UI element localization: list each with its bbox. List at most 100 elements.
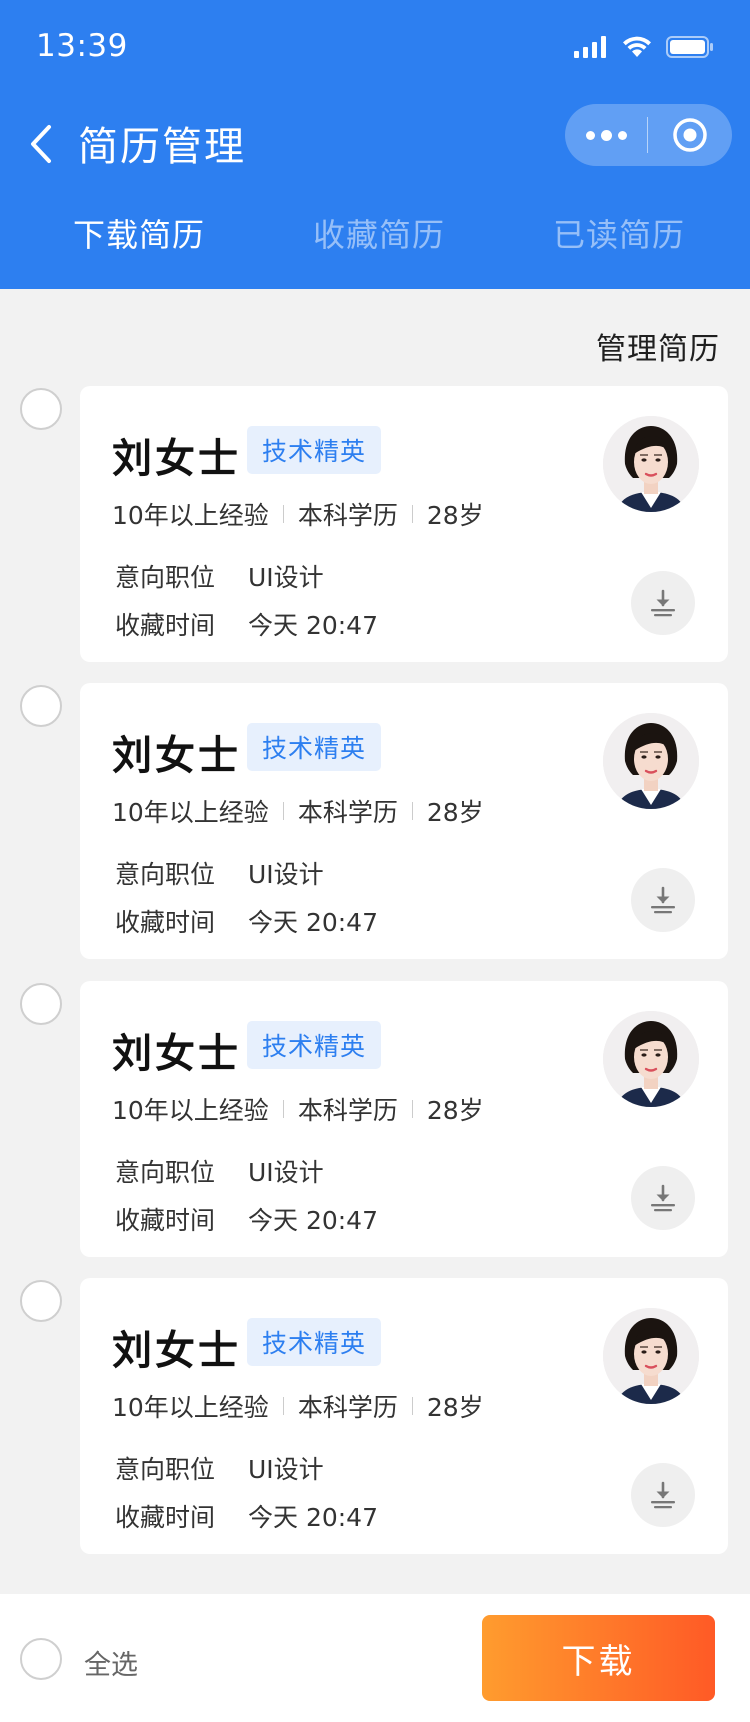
candidate-name: 刘女士 — [112, 436, 241, 482]
header: 13:39 简历管理 下载简历 收藏简历 已读简历 — [0, 0, 750, 289]
battery-icon — [666, 36, 713, 58]
avatar — [603, 713, 699, 809]
meta-divider — [282, 802, 284, 820]
time-label: 收藏时间 — [115, 611, 216, 640]
resume-card[interactable]: 刘女士 技术精英 10年以上经验 本科学历 28岁 意向职位 UI设计 收藏时间… — [80, 683, 728, 959]
meta-divider — [411, 802, 413, 820]
download-resume-button[interactable] — [631, 1166, 695, 1230]
download-icon — [651, 886, 675, 914]
capsule-close-icon — [673, 118, 707, 152]
tab-read[interactable]: 已读简历 — [553, 210, 685, 256]
experience-text: 10年以上经验 — [112, 501, 269, 530]
candidate-tag: 技术精英 — [247, 426, 381, 474]
position-label: 意向职位 — [115, 1455, 216, 1484]
experience-text: 10年以上经验 — [112, 1096, 269, 1125]
education-text: 本科学历 — [297, 1393, 398, 1422]
meta-divider — [411, 505, 413, 523]
resume-card[interactable]: 刘女士 技术精英 10年以上经验 本科学历 28岁 意向职位 UI设计 收藏时间… — [80, 1278, 728, 1554]
more-button[interactable] — [565, 104, 647, 166]
back-button[interactable] — [16, 114, 66, 174]
more-dots-icon — [585, 130, 595, 140]
select-all-checkbox[interactable] — [20, 1638, 62, 1680]
download-icon — [651, 589, 675, 617]
download-button[interactable]: 下载 — [482, 1615, 715, 1701]
more-dots-icon — [600, 129, 612, 141]
avatar-photo — [603, 416, 699, 512]
download-resume-button[interactable] — [631, 571, 695, 635]
position-label: 意向职位 — [115, 563, 216, 592]
chevron-left-icon — [31, 125, 51, 163]
education-text: 本科学历 — [297, 1096, 398, 1125]
time-value: 今天 20:47 — [248, 611, 378, 640]
resume-checkbox[interactable] — [20, 685, 62, 727]
time-row: 收藏时间 今天 20:47 — [115, 1201, 378, 1237]
experience-text: 10年以上经验 — [112, 1393, 269, 1422]
position-row: 意向职位 UI设计 — [115, 558, 324, 594]
download-resume-button[interactable] — [631, 868, 695, 932]
resume-item: 刘女士 技术精英 10年以上经验 本科学历 28岁 意向职位 UI设计 收藏时间… — [0, 386, 750, 662]
candidate-name: 刘女士 — [112, 1328, 241, 1374]
time-value: 今天 20:47 — [248, 1503, 378, 1532]
candidate-tag: 技术精英 — [247, 1318, 381, 1366]
resume-checkbox[interactable] — [20, 1280, 62, 1322]
position-label: 意向职位 — [115, 1158, 216, 1187]
time-label: 收藏时间 — [115, 1503, 216, 1532]
mini-program-capsule — [565, 104, 732, 166]
resume-card[interactable]: 刘女士 技术精英 10年以上经验 本科学历 28岁 意向职位 UI设计 收藏时间… — [80, 981, 728, 1257]
download-icon — [651, 1481, 675, 1509]
avatar — [603, 1011, 699, 1107]
position-value: UI设计 — [248, 563, 324, 592]
download-icon — [651, 1184, 675, 1212]
candidate-tag: 技术精英 — [247, 723, 381, 771]
age-text: 28岁 — [426, 1393, 484, 1422]
avatar — [603, 416, 699, 512]
resume-item: 刘女士 技术精英 10年以上经验 本科学历 28岁 意向职位 UI设计 收藏时间… — [0, 1278, 750, 1554]
avatar-photo — [603, 1308, 699, 1404]
signal-icon — [574, 36, 606, 58]
resume-item: 刘女士 技术精英 10年以上经验 本科学历 28岁 意向职位 UI设计 收藏时间… — [0, 683, 750, 959]
status-bar: 13:39 — [0, 0, 750, 96]
time-value: 今天 20:47 — [248, 908, 378, 937]
select-all-label[interactable]: 全选 — [84, 1643, 138, 1682]
position-value: UI设计 — [248, 860, 324, 889]
tab-downloaded[interactable]: 下载简历 — [73, 210, 205, 256]
education-text: 本科学历 — [297, 501, 398, 530]
resume-card[interactable]: 刘女士 技术精英 10年以上经验 本科学历 28岁 意向职位 UI设计 收藏时间… — [80, 386, 728, 662]
page-title: 简历管理 — [78, 124, 246, 170]
resume-item: 刘女士 技术精英 10年以上经验 本科学历 28岁 意向职位 UI设计 收藏时间… — [0, 981, 750, 1257]
wifi-icon — [623, 36, 651, 57]
time-label: 收藏时间 — [115, 1206, 216, 1235]
candidate-meta: 10年以上经验 本科学历 28岁 — [112, 1388, 484, 1424]
candidate-name: 刘女士 — [112, 733, 241, 779]
tab-favorited[interactable]: 收藏简历 — [313, 210, 445, 256]
nav-bar: 简历管理 — [0, 96, 750, 196]
download-resume-button[interactable] — [631, 1463, 695, 1527]
candidate-meta: 10年以上经验 本科学历 28岁 — [112, 793, 484, 829]
candidate-meta: 10年以上经验 本科学历 28岁 — [112, 496, 484, 532]
time-row: 收藏时间 今天 20:47 — [115, 606, 378, 642]
age-text: 28岁 — [426, 798, 484, 827]
avatar — [603, 1308, 699, 1404]
manage-resumes-link[interactable]: 管理简历 — [596, 324, 720, 368]
resume-checkbox[interactable] — [20, 388, 62, 430]
tab-bar: 下载简历 收藏简历 已读简历 — [0, 210, 750, 280]
time-row: 收藏时间 今天 20:47 — [115, 1498, 378, 1534]
resume-checkbox[interactable] — [20, 983, 62, 1025]
position-row: 意向职位 UI设计 — [115, 1153, 324, 1189]
education-text: 本科学历 — [297, 798, 398, 827]
more-dots-icon — [617, 130, 627, 140]
time-label: 收藏时间 — [115, 908, 216, 937]
capsule-close-button[interactable] — [648, 104, 732, 166]
meta-divider — [282, 1397, 284, 1415]
meta-divider — [411, 1397, 413, 1415]
position-row: 意向职位 UI设计 — [115, 855, 324, 891]
status-time: 13:39 — [36, 28, 128, 64]
avatar-photo — [603, 713, 699, 809]
meta-divider — [282, 1100, 284, 1118]
meta-divider — [411, 1100, 413, 1118]
candidate-name: 刘女士 — [112, 1031, 241, 1077]
time-row: 收藏时间 今天 20:47 — [115, 903, 378, 939]
bottom-bar: 全选 下载 — [0, 1594, 750, 1722]
candidate-tag: 技术精英 — [247, 1021, 381, 1069]
time-value: 今天 20:47 — [248, 1206, 378, 1235]
